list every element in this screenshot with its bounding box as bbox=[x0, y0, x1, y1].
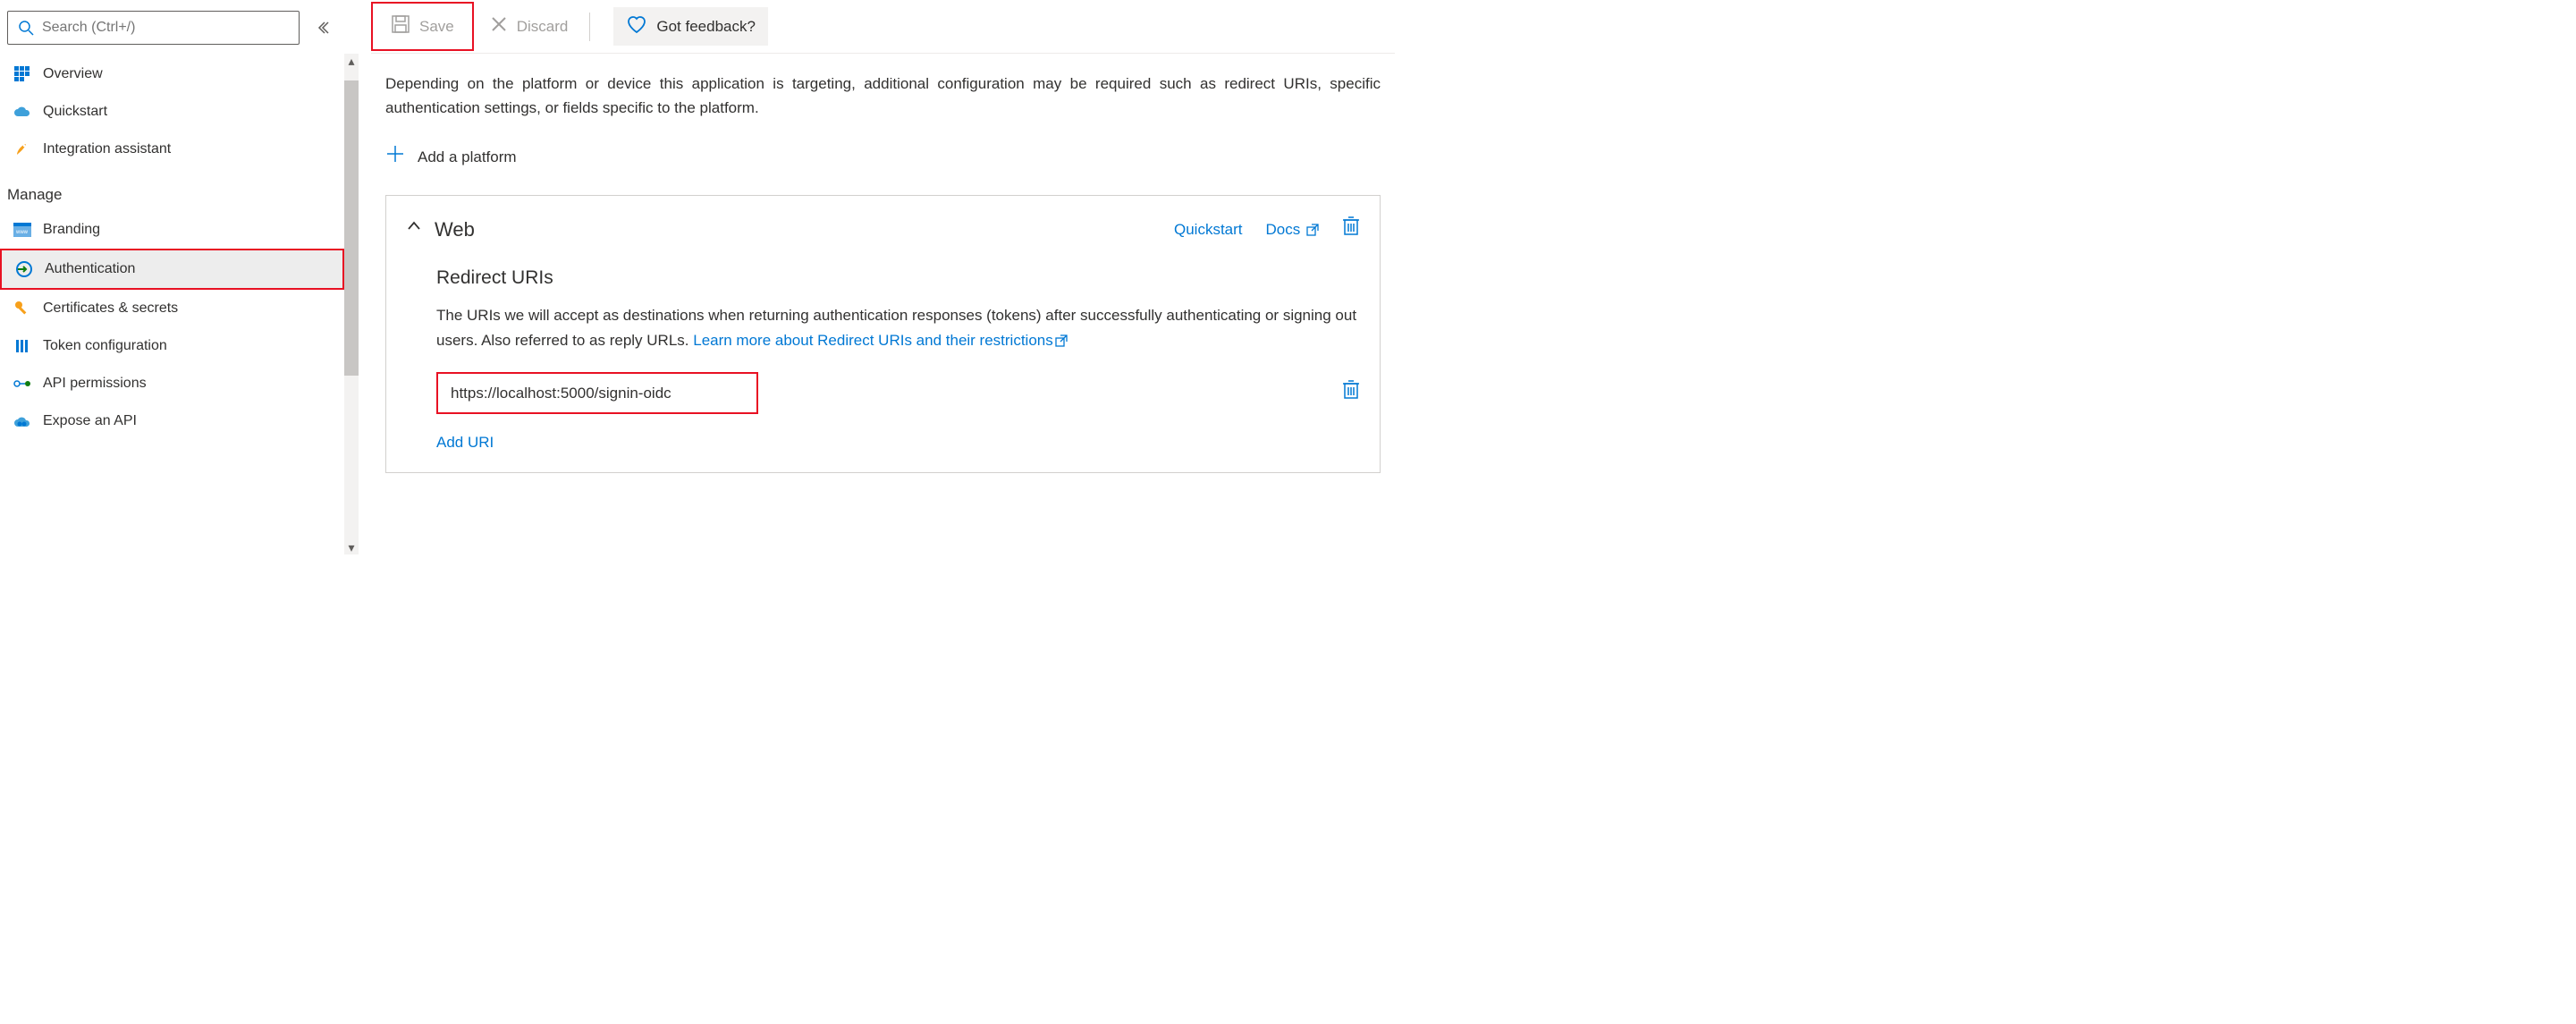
sidebar-item-label: Integration assistant bbox=[43, 141, 171, 157]
expose-api-icon bbox=[13, 411, 32, 431]
key-icon bbox=[13, 299, 32, 318]
redirect-uris-heading: Redirect URIs bbox=[406, 263, 1360, 293]
authentication-icon bbox=[14, 259, 34, 279]
sidebar-item-quickstart[interactable]: Quickstart bbox=[0, 93, 344, 131]
sidebar-item-certificates-secrets[interactable]: Certificates & secrets bbox=[0, 290, 344, 327]
search-icon bbox=[17, 18, 35, 38]
sidebar-item-branding[interactable]: www Branding bbox=[0, 211, 344, 249]
docs-link[interactable]: Docs bbox=[1266, 217, 1319, 241]
redirect-uris-text: The URIs we will accept as destinations … bbox=[406, 303, 1360, 351]
sidebar-item-label: Expose an API bbox=[43, 413, 137, 429]
rocket-icon bbox=[13, 140, 32, 159]
sidebar: Overview Quickstart Integration assistan… bbox=[0, 0, 344, 559]
sidebar-item-label: Token configuration bbox=[43, 338, 167, 354]
sidebar-item-label: Authentication bbox=[45, 261, 135, 277]
sidebar-item-token-configuration[interactable]: Token configuration bbox=[0, 327, 344, 365]
sidebar-item-label: Branding bbox=[43, 222, 100, 238]
delete-uri-button[interactable] bbox=[1342, 379, 1360, 406]
grid-icon bbox=[13, 64, 32, 84]
search-box[interactable] bbox=[7, 11, 300, 45]
sidebar-item-overview[interactable]: Overview bbox=[0, 55, 344, 93]
chevron-up-icon[interactable] bbox=[406, 217, 422, 241]
token-icon bbox=[13, 336, 32, 356]
external-link-icon bbox=[1306, 224, 1319, 236]
sidebar-item-api-permissions[interactable]: API permissions bbox=[0, 365, 344, 402]
heart-icon bbox=[626, 14, 647, 38]
add-platform-label: Add a platform bbox=[418, 145, 517, 169]
collapse-sidebar-button[interactable] bbox=[307, 12, 339, 44]
add-platform-button[interactable]: Add a platform bbox=[385, 141, 1381, 173]
discard-label: Discard bbox=[517, 18, 569, 36]
sidebar-item-label: Quickstart bbox=[43, 104, 107, 120]
panel-title: Web bbox=[435, 214, 475, 245]
api-permissions-icon bbox=[13, 374, 32, 394]
sidebar-section-manage: Manage bbox=[0, 168, 344, 211]
sidebar-item-authentication[interactable]: Authentication bbox=[0, 249, 344, 290]
sidebar-item-expose-api[interactable]: Expose an API bbox=[0, 402, 344, 440]
toolbar: Save Discard Got feedback? bbox=[371, 0, 1395, 54]
cloud-icon bbox=[13, 102, 32, 122]
save-label: Save bbox=[419, 18, 454, 36]
search-input[interactable] bbox=[42, 20, 290, 36]
save-button[interactable]: Save bbox=[378, 7, 467, 46]
sidebar-item-integration-assistant[interactable]: Integration assistant bbox=[0, 131, 344, 168]
plus-icon bbox=[385, 141, 405, 173]
main: Save Discard Got feedback? Depending on … bbox=[344, 0, 1395, 559]
feedback-button[interactable]: Got feedback? bbox=[613, 7, 768, 46]
delete-platform-button[interactable] bbox=[1342, 216, 1360, 242]
branding-icon: www bbox=[13, 220, 32, 240]
feedback-label: Got feedback? bbox=[656, 18, 756, 36]
sidebar-item-label: Certificates & secrets bbox=[43, 300, 178, 317]
sidebar-item-label: API permissions bbox=[43, 376, 147, 392]
quickstart-link[interactable]: Quickstart bbox=[1174, 217, 1243, 241]
docs-link-label: Docs bbox=[1266, 221, 1301, 238]
svg-text:www: www bbox=[15, 230, 29, 235]
learn-more-label: Learn more about Redirect URIs and their… bbox=[693, 332, 1053, 349]
web-platform-panel: Web Quickstart Docs bbox=[385, 195, 1381, 474]
sidebar-item-label: Overview bbox=[43, 66, 103, 82]
add-uri-button[interactable]: Add URI bbox=[406, 430, 1360, 454]
save-button-highlight: Save bbox=[371, 2, 474, 51]
platform-description: Depending on the platform or device this… bbox=[385, 72, 1381, 120]
save-icon bbox=[391, 14, 410, 38]
discard-button[interactable]: Discard bbox=[477, 8, 581, 45]
close-icon bbox=[490, 15, 508, 38]
learn-more-link[interactable]: Learn more about Redirect URIs and their… bbox=[693, 332, 1068, 349]
toolbar-divider bbox=[589, 13, 590, 41]
external-link-icon bbox=[1055, 334, 1068, 347]
redirect-uri-input[interactable]: https://localhost:5000/signin-oidc bbox=[436, 372, 758, 414]
